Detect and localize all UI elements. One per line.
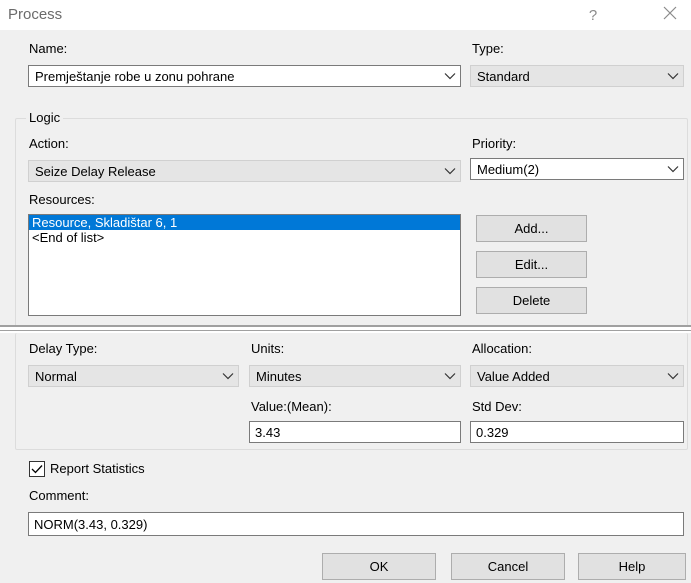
ok-button[interactable]: OK [322, 553, 436, 580]
resources-label: Resources: [29, 192, 95, 207]
report-statistics-label[interactable]: Report Statistics [50, 461, 145, 476]
name-value[interactable]: Premještanje robe u zonu pohrane [35, 69, 440, 84]
help-title-button[interactable]: ? [578, 0, 608, 30]
delay-type-dropdown[interactable]: Normal [28, 365, 239, 387]
allocation-label: Allocation: [472, 341, 532, 356]
action-dropdown[interactable]: Seize Delay Release [28, 160, 461, 182]
value-mean-label: Value:(Mean): [251, 399, 332, 414]
units-dropdown[interactable]: Minutes [249, 365, 461, 387]
action-value[interactable]: Seize Delay Release [35, 164, 440, 179]
close-icon [663, 6, 677, 24]
std-dev-label: Std Dev: [472, 399, 522, 414]
edit-button[interactable]: Edit... [476, 251, 587, 278]
checkmark-icon [31, 462, 43, 477]
list-item[interactable]: <End of list> [29, 230, 460, 245]
delete-button[interactable]: Delete [476, 287, 587, 314]
add-button[interactable]: Add... [476, 215, 587, 242]
value-mean-field[interactable]: 3.43 [249, 421, 461, 443]
delay-type-value[interactable]: Normal [35, 369, 218, 384]
chevron-down-icon[interactable] [440, 161, 460, 181]
name-label: Name: [29, 41, 68, 56]
help-button[interactable]: Help [578, 553, 686, 580]
comment-field[interactable]: NORM(3.43, 0.329) [28, 512, 684, 536]
report-statistics-checkbox[interactable] [29, 461, 45, 477]
units-value[interactable]: Minutes [256, 369, 440, 384]
close-button[interactable] [655, 0, 685, 30]
units-label: Units: [251, 341, 285, 356]
type-dropdown[interactable]: Standard [470, 65, 684, 87]
priority-label: Priority: [472, 136, 517, 151]
allocation-value[interactable]: Value Added [477, 369, 663, 384]
cancel-button[interactable]: Cancel [451, 553, 565, 580]
chevron-down-icon[interactable] [440, 366, 460, 386]
type-value[interactable]: Standard [477, 69, 663, 84]
section-divider [0, 330, 691, 331]
resources-listbox[interactable]: Resource, Skladištar 6, 1 <End of list> [28, 214, 461, 316]
name-combobox[interactable]: Premještanje robe u zonu pohrane [28, 65, 461, 87]
window-title: Process [8, 6, 63, 23]
section-divider [0, 325, 691, 327]
allocation-dropdown[interactable]: Value Added [470, 365, 684, 387]
chevron-down-icon[interactable] [663, 366, 683, 386]
chevron-down-icon[interactable] [663, 66, 683, 86]
type-label: Type: [472, 41, 504, 56]
comment-label: Comment: [29, 488, 89, 503]
priority-combobox[interactable]: Medium(2) [470, 158, 684, 180]
std-dev-field[interactable]: 0.329 [470, 421, 684, 443]
action-label: Action: [29, 136, 69, 151]
priority-value[interactable]: Medium(2) [477, 162, 663, 177]
chevron-down-icon[interactable] [663, 159, 683, 179]
delay-type-label: Delay Type: [29, 341, 98, 356]
chevron-down-icon[interactable] [218, 366, 238, 386]
chevron-down-icon[interactable] [440, 66, 460, 86]
logic-group-title: Logic [26, 110, 64, 125]
list-item[interactable]: Resource, Skladištar 6, 1 [29, 215, 460, 230]
